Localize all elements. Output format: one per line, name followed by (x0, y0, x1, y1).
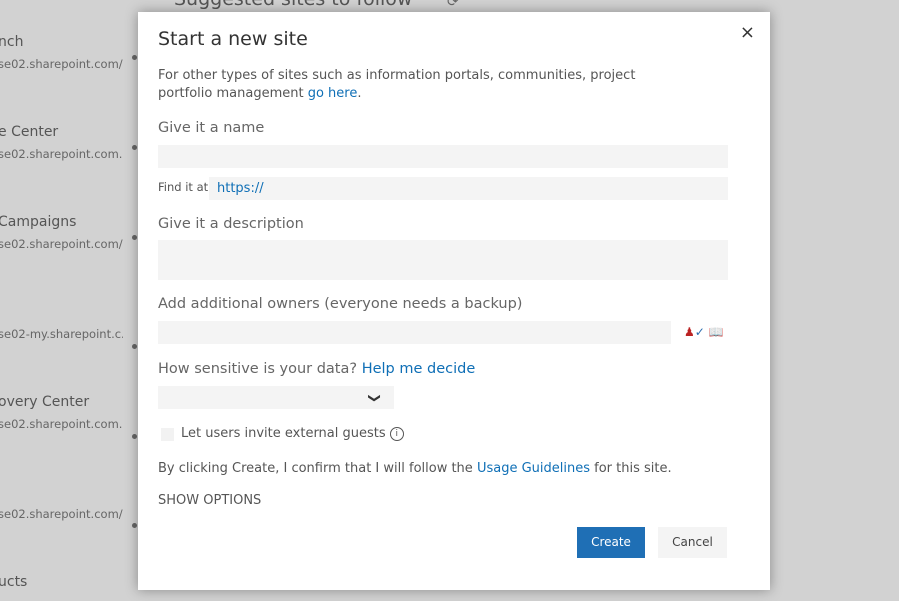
chevron-down-icon[interactable]: ❯ (368, 393, 382, 403)
check-names-icon[interactable]: ♟✓ (684, 325, 705, 339)
bullet-icon (132, 344, 137, 349)
dialog-title: Start a new site (158, 28, 308, 50)
site-title (0, 484, 123, 504)
description-input[interactable] (158, 240, 728, 280)
owners-label: Add additional owners (everyone needs a … (158, 296, 523, 312)
site-item[interactable]: overy Center se02.sharepoint.com... (0, 394, 123, 431)
guests-text: Let users invite external guests (181, 426, 386, 441)
create-button[interactable]: Create (577, 527, 645, 558)
bullet-icon (132, 235, 137, 240)
site-url: se02.sharepoint.com/... (0, 237, 123, 251)
bullet-icon (132, 145, 137, 150)
find-it-label: Find it at (158, 180, 209, 194)
site-item[interactable]: Campaigns se02.sharepoint.com/... (0, 214, 123, 251)
usage-guidelines-link[interactable]: Usage Guidelines (477, 461, 590, 476)
sensitivity-label: How sensitive is your data? Help me deci… (158, 361, 475, 377)
site-item[interactable]: e Center se02.sharepoint.com... (0, 124, 123, 161)
site-title (0, 304, 123, 324)
url-input[interactable] (209, 177, 728, 200)
external-guests-label: Let users invite external guests i (181, 426, 404, 441)
bullet-icon (132, 523, 137, 528)
site-title: Campaigns (0, 214, 77, 230)
go-here-link[interactable]: go here (308, 86, 358, 101)
site-title: ucts (0, 574, 28, 590)
bullet-icon (132, 434, 137, 439)
intro-text: For other types of sites such as informa… (158, 68, 636, 101)
sensitivity-text: How sensitive is your data? (158, 361, 362, 377)
site-item[interactable]: ucts (0, 574, 123, 594)
new-site-dialog: × Start a new site For other types of si… (138, 12, 770, 590)
intro-body: For other types of sites such as informa… (158, 68, 636, 101)
url-value: https:// (217, 181, 264, 196)
site-url: se02.sharepoint.com... (0, 417, 123, 431)
external-guests-checkbox[interactable] (161, 428, 174, 441)
site-title: overy Center (0, 394, 90, 410)
owners-input[interactable] (158, 321, 671, 344)
close-icon[interactable]: × (740, 22, 755, 43)
name-input[interactable] (158, 145, 728, 168)
cancel-button[interactable]: Cancel (658, 527, 727, 558)
confirm-text: By clicking Create, I confirm that I wil… (158, 461, 672, 476)
site-url: se02.sharepoint.com... (0, 147, 123, 161)
show-options-button[interactable]: SHOW OPTIONS (158, 493, 261, 508)
site-url: se02-my.sharepoint.c... (0, 327, 123, 341)
site-item[interactable]: nch se02.sharepoint.com/... (0, 34, 123, 71)
site-title: e Center (0, 124, 59, 140)
site-item[interactable]: se02.sharepoint.com/... (0, 484, 123, 521)
help-me-decide-link[interactable]: Help me decide (362, 361, 476, 377)
info-icon[interactable]: i (389, 426, 404, 441)
site-title: nch (0, 34, 24, 50)
confirm-post: for this site. (589, 461, 672, 476)
name-label: Give it a name (158, 120, 265, 136)
address-book-icon[interactable]: 📖 (709, 325, 724, 339)
site-item[interactable]: se02-my.sharepoint.c... (0, 304, 123, 341)
suggested-sites-heading: Suggested sites to follow (174, 0, 412, 10)
description-label: Give it a description (158, 216, 304, 232)
confirm-pre: By clicking Create, I confirm that I wil… (158, 461, 477, 476)
bullet-icon (132, 55, 137, 60)
site-url: se02.sharepoint.com/... (0, 507, 123, 521)
sensitivity-select[interactable] (158, 386, 394, 409)
refresh-icon: ⟳ (447, 0, 459, 10)
site-url: se02.sharepoint.com/... (0, 57, 123, 71)
